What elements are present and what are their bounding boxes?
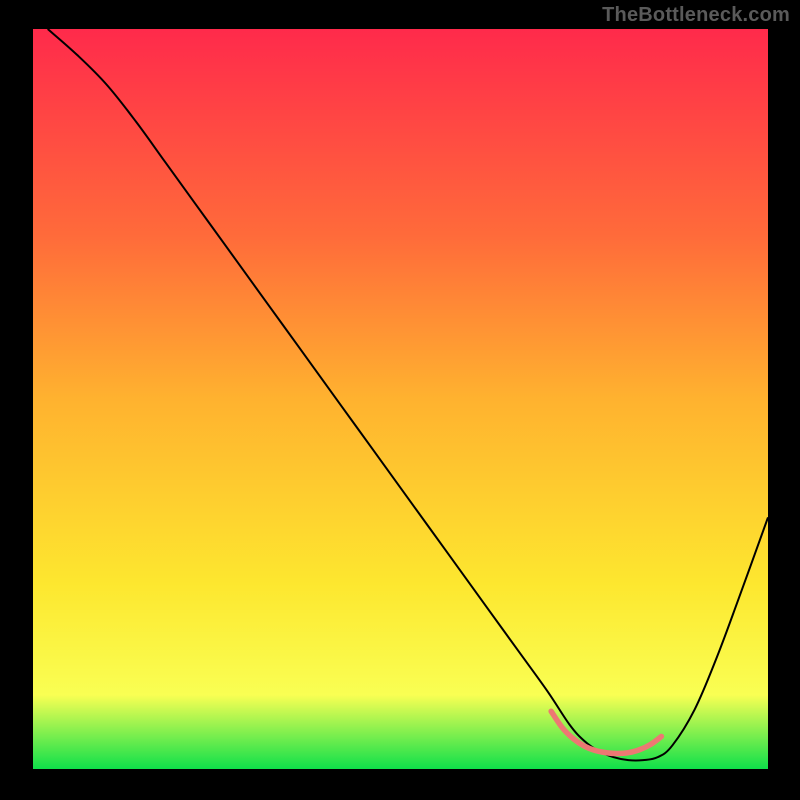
plot-area (33, 29, 768, 769)
watermark-text: TheBottleneck.com (602, 4, 790, 27)
plot-svg (33, 29, 768, 769)
chart-frame: TheBottleneck.com (0, 0, 800, 800)
gradient-background (33, 29, 768, 769)
